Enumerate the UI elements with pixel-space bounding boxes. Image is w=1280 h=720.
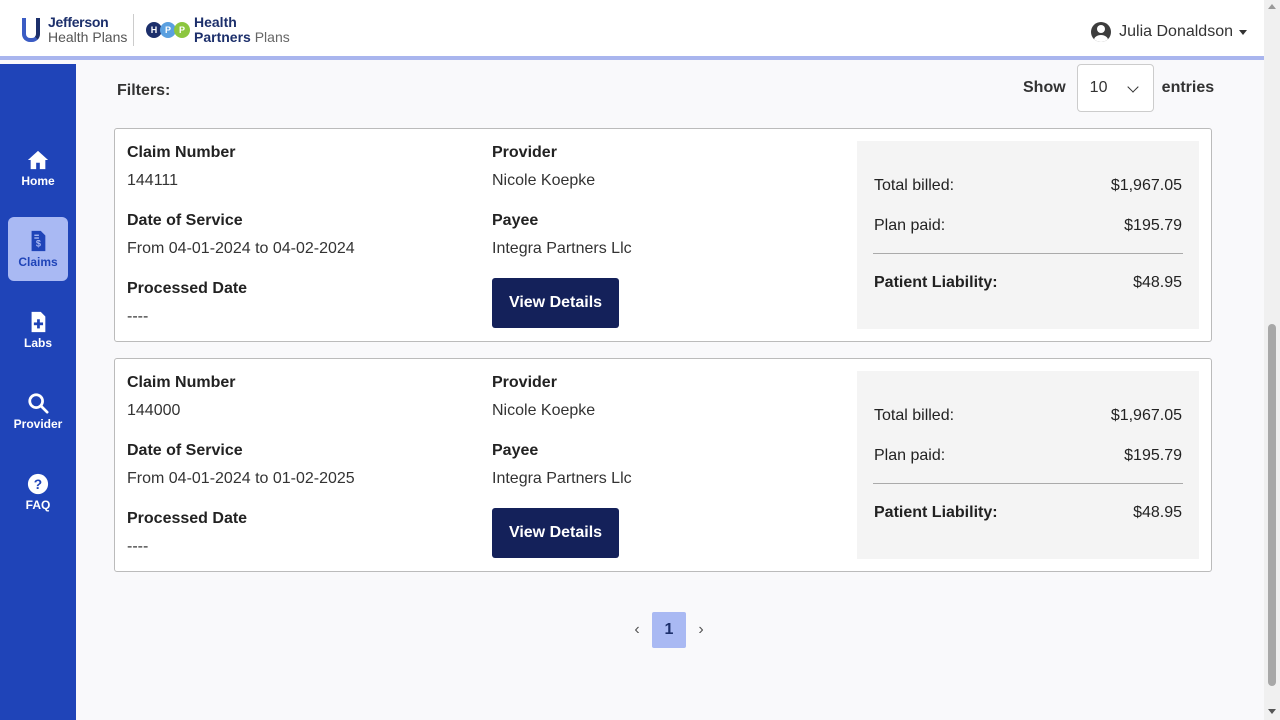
claim-summary: Total billed: $1,967.05 Plan paid: $195.… — [857, 141, 1199, 329]
user-menu[interactable]: Julia Donaldson — [1091, 22, 1247, 42]
payee-value: Integra Partners Llc — [492, 240, 632, 257]
plan-paid-label: Plan paid: — [874, 217, 946, 234]
caret-down-icon — [1239, 29, 1247, 35]
entries-select[interactable]: 10 — [1076, 64, 1154, 112]
sidebar: Home $ Claims Labs Provider ? FAQ — [0, 64, 76, 720]
processed-date-value: ---- — [127, 308, 149, 325]
patient-liability-value: $48.95 — [1133, 274, 1182, 291]
view-details-button[interactable]: View Details — [492, 508, 619, 558]
patient-liability-row: Patient Liability: $48.95 — [874, 274, 1182, 292]
sidebar-item-label: Labs — [23, 335, 52, 350]
date-of-service-label: Date of Service — [127, 212, 243, 229]
jefferson-logo-line2: Health Plans — [48, 29, 128, 45]
plan-paid-value: $195.79 — [1124, 447, 1182, 464]
payee-label: Payee — [492, 442, 539, 459]
hpp-logo-icon: H P P — [146, 22, 190, 38]
labs-icon — [31, 311, 46, 332]
provider-value: Nicole Koepke — [492, 402, 596, 419]
chevron-down-icon — [1127, 81, 1139, 93]
hpp-logo[interactable]: H P P Health Partners Plans — [146, 15, 290, 45]
pagination-page-button[interactable]: 1 — [652, 612, 686, 648]
entries-select-value: 10 — [1089, 79, 1108, 96]
hpp-logo-line2b: Plans — [254, 29, 290, 45]
total-billed-row: Total billed: $1,967.05 — [874, 177, 1182, 195]
summary-divider — [873, 483, 1183, 484]
sidebar-item-provider[interactable]: Provider — [8, 379, 68, 443]
jefferson-logo[interactable]: Jefferson Health Plans — [22, 15, 127, 45]
sidebar-item-claims[interactable]: $ Claims — [8, 217, 68, 281]
date-of-service-value: From 04-01-2024 to 04-02-2024 — [127, 240, 355, 257]
svg-text:$: $ — [36, 238, 41, 248]
filters-label: Filters: — [117, 82, 171, 99]
show-label: Show — [1023, 79, 1066, 96]
view-details-button[interactable]: View Details — [492, 278, 619, 328]
date-of-service-label: Date of Service — [127, 442, 243, 459]
plan-paid-value: $195.79 — [1124, 217, 1182, 234]
payee-label: Payee — [492, 212, 539, 229]
help-icon: ? — [27, 473, 49, 494]
patient-liability-label: Patient Liability: — [874, 504, 998, 521]
total-billed-row: Total billed: $1,967.05 — [874, 407, 1182, 425]
sidebar-item-label: Provider — [13, 416, 63, 431]
claim-card: Claim Number 144000 Date of Service From… — [114, 358, 1212, 572]
sidebar-item-label: Claims — [18, 254, 58, 269]
provider-label: Provider — [492, 144, 557, 161]
logo-divider — [133, 14, 134, 46]
sidebar-item-faq[interactable]: ? FAQ — [8, 460, 68, 524]
top-header: Jefferson Health Plans H P P Health Part… — [0, 0, 1264, 60]
hpp-logo-line1: Health — [194, 14, 237, 30]
jefferson-logo-line1: Jefferson — [48, 14, 109, 30]
processed-date-label: Processed Date — [127, 280, 248, 297]
claim-summary: Total billed: $1,967.05 Plan paid: $195.… — [857, 371, 1199, 559]
patient-liability-label: Patient Liability: — [874, 274, 998, 291]
scrollbar-thumb[interactable] — [1268, 324, 1276, 686]
total-billed-value: $1,967.05 — [1110, 177, 1182, 194]
scroll-down-icon[interactable] — [1268, 709, 1276, 714]
search-icon — [28, 392, 49, 414]
sidebar-item-label: Home — [21, 173, 55, 188]
sidebar-item-label: FAQ — [25, 497, 51, 512]
plan-paid-row: Plan paid: $195.79 — [874, 217, 1182, 235]
claim-card: Claim Number 144111 Date of Service From… — [114, 128, 1212, 342]
claim-number-label: Claim Number — [127, 374, 236, 391]
processed-date-label: Processed Date — [127, 510, 248, 527]
entries-control: Show 10 entries — [1023, 64, 1214, 112]
sidebar-item-labs[interactable]: Labs — [8, 298, 68, 362]
hpp-logo-line2a: Partners — [194, 29, 251, 45]
scroll-up-icon[interactable] — [1268, 4, 1276, 9]
home-icon — [27, 150, 49, 169]
page-scrollbar[interactable] — [1264, 0, 1280, 720]
claim-number-label: Claim Number — [127, 144, 236, 161]
payee-value: Integra Partners Llc — [492, 470, 632, 487]
sidebar-item-home[interactable]: Home — [8, 136, 68, 200]
claim-number-value: 144111 — [127, 172, 179, 189]
provider-value: Nicole Koepke — [492, 172, 596, 189]
provider-label: Provider — [492, 374, 557, 391]
claims-icon: $ — [31, 230, 46, 251]
total-billed-label: Total billed: — [874, 407, 955, 424]
user-avatar-icon — [1091, 22, 1112, 42]
date-of-service-value: From 04-01-2024 to 01-02-2025 — [127, 470, 355, 487]
processed-date-value: ---- — [127, 538, 149, 555]
jefferson-logo-icon — [22, 16, 40, 44]
pagination: ‹ 1 › — [620, 612, 718, 648]
hpp-dot-p2: P — [174, 22, 190, 38]
patient-liability-value: $48.95 — [1133, 504, 1182, 521]
svg-text:?: ? — [34, 477, 42, 492]
user-name: Julia Donaldson — [1119, 23, 1233, 40]
claim-number-value: 144000 — [127, 402, 181, 419]
total-billed-value: $1,967.05 — [1110, 407, 1182, 424]
pagination-next-button[interactable]: › — [684, 612, 718, 648]
total-billed-label: Total billed: — [874, 177, 955, 194]
pagination-prev-button[interactable]: ‹ — [620, 612, 654, 648]
summary-divider — [873, 253, 1183, 254]
patient-liability-row: Patient Liability: $48.95 — [874, 504, 1182, 522]
entries-suffix: entries — [1161, 79, 1215, 96]
plan-paid-label: Plan paid: — [874, 447, 946, 464]
plan-paid-row: Plan paid: $195.79 — [874, 447, 1182, 465]
